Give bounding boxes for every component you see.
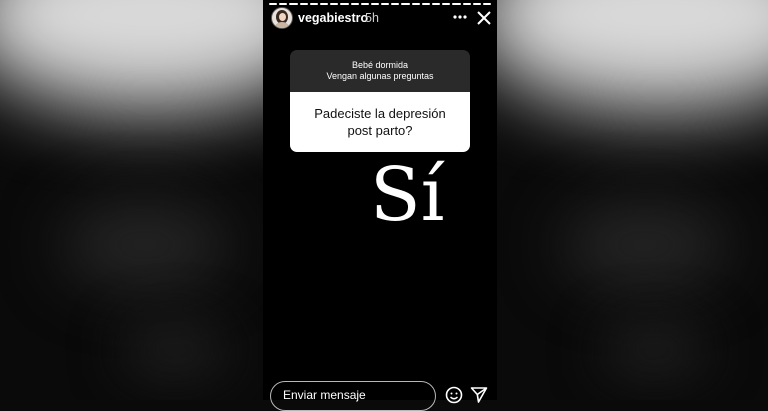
- sticker-prompt: Bebé dormida Vengan algunas preguntas: [290, 50, 470, 92]
- send-message-input[interactable]: Enviar mensaje: [270, 381, 436, 411]
- progress-segment: [411, 3, 420, 5]
- progress-segment: [391, 3, 400, 5]
- question-sticker: Bebé dormida Vengan algunas preguntas Pa…: [290, 50, 470, 152]
- progress-segment: [421, 3, 430, 5]
- progress-segment: [289, 3, 298, 5]
- sticker-question-line-1: Padeciste la depresión: [314, 106, 446, 121]
- progress-segment: [319, 3, 329, 5]
- progress-segment: [381, 3, 390, 5]
- progress-segment: [452, 3, 461, 5]
- progress-segment: [401, 3, 410, 5]
- progress-segment: [472, 3, 481, 5]
- progress-segment: [350, 3, 359, 5]
- sticker-question-line-2: post parto?: [347, 123, 413, 138]
- progress-segment: [309, 3, 318, 5]
- story-progress-bar: [269, 3, 492, 5]
- progress-segment: [442, 3, 451, 5]
- story-header: vegabiestro 5h: [263, 7, 497, 29]
- send-icon[interactable]: [469, 385, 489, 405]
- username[interactable]: vegabiestro: [298, 11, 368, 25]
- close-icon[interactable]: [475, 9, 493, 27]
- progress-segment: [482, 3, 492, 5]
- avatar[interactable]: [271, 7, 293, 29]
- progress-segment: [340, 3, 349, 5]
- reaction-icon[interactable]: [444, 385, 464, 405]
- sticker-prompt-line-2: Vengan algunas preguntas: [326, 71, 434, 81]
- post-time: 5h: [365, 11, 379, 25]
- progress-segment: [462, 3, 471, 5]
- progress-segment: [299, 3, 308, 5]
- sticker-question: Padeciste la depresión post parto?: [290, 92, 470, 152]
- progress-segment: [279, 3, 288, 5]
- more-options-icon[interactable]: [450, 9, 470, 25]
- sticker-prompt-line-1: Bebé dormida: [351, 60, 409, 70]
- progress-segment: [432, 3, 441, 5]
- progress-segment: [370, 3, 380, 5]
- progress-segment: [269, 3, 278, 5]
- progress-segment: [330, 3, 339, 5]
- answer-text: Sí: [370, 152, 445, 238]
- progress-segment: [360, 3, 369, 5]
